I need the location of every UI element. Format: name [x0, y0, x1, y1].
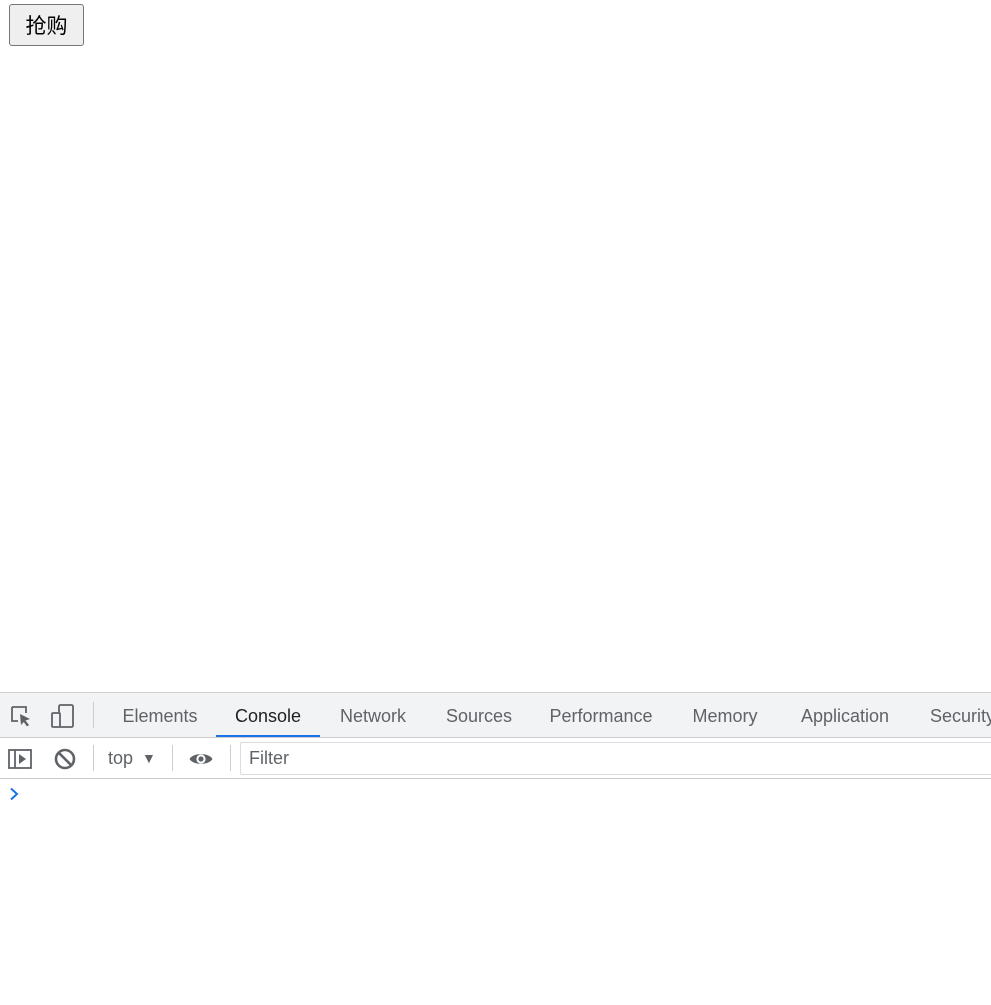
tab-console[interactable]: Console [216, 693, 320, 737]
toolbar-divider [230, 745, 231, 771]
show-sidebar-icon[interactable] [7, 746, 33, 772]
tab-elements[interactable]: Elements [106, 693, 214, 737]
filter-input[interactable] [240, 742, 991, 775]
tab-sources[interactable]: Sources [428, 693, 530, 737]
console-prompt[interactable] [0, 779, 991, 809]
console-output [0, 779, 991, 1005]
toolbar-divider [172, 745, 173, 771]
tab-network[interactable]: Network [322, 693, 424, 737]
tab-application[interactable]: Application [784, 693, 906, 737]
device-toolbar-icon[interactable] [50, 703, 76, 729]
chevron-right-icon [9, 787, 21, 801]
context-label: top [108, 747, 134, 768]
devtools-tabbar: Elements Console Network Sources Perform… [0, 693, 991, 738]
console-toolbar: top ▼ [0, 738, 991, 779]
tab-performance[interactable]: Performance [536, 693, 666, 737]
caret-down-icon: ▼ [142, 750, 156, 766]
tab-memory[interactable]: Memory [672, 693, 778, 737]
context-selector[interactable]: top ▼ [108, 738, 156, 778]
toolbar-divider [93, 745, 94, 771]
clear-console-icon[interactable] [52, 746, 78, 772]
tab-security[interactable]: Security [912, 693, 991, 737]
console-input[interactable] [28, 783, 978, 805]
tabbar-divider [93, 702, 94, 728]
devtools-panel: Elements Console Network Sources Perform… [0, 692, 991, 1005]
inspect-element-icon[interactable] [8, 703, 34, 729]
eye-icon[interactable] [188, 746, 214, 772]
browser-viewport: 抢购 Elements Console Network Sources Perf… [0, 0, 991, 1005]
buy-button[interactable]: 抢购 [9, 4, 84, 46]
